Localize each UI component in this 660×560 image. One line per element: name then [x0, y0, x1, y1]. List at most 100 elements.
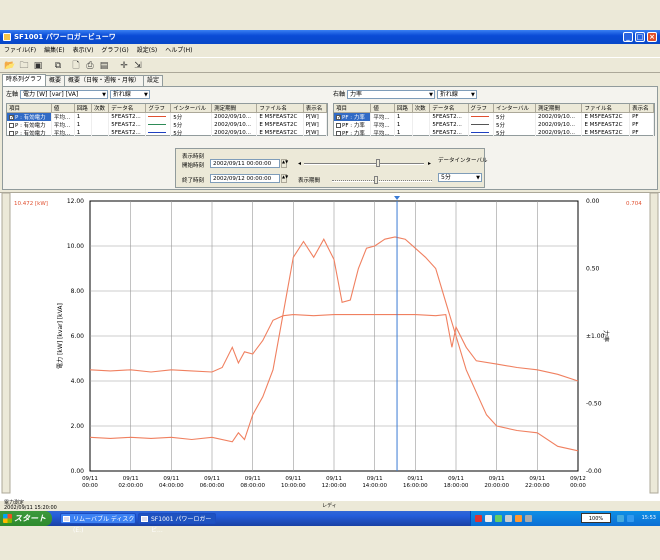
task-powerlogger[interactable]: SF1001 パワーロガービ...: [138, 513, 216, 534]
data-name-cell: 5FEAST2...: [429, 129, 469, 137]
series-checkbox[interactable]: ✓: [9, 115, 14, 121]
table-row[interactable]: ✓PF : 力率 平均... 1 5FEAST2... 5分 2002/09/10... E…: [334, 112, 654, 121]
left-header-5[interactable]: グラフ: [145, 104, 172, 113]
graph-style-cell[interactable]: [145, 112, 172, 121]
graph-style-cell[interactable]: [145, 129, 172, 137]
table-row[interactable]: PF : 力率 平均... 1 5FEAST2... 5分 2002/09/10... E …: [334, 121, 654, 129]
menu-view[interactable]: 表示(V): [69, 45, 98, 56]
table-row[interactable]: P : 有効電力 平均... 1 5FEAST2... 5分 2002/09/10... E…: [7, 129, 328, 137]
left-graph-type-select[interactable]: 折れ線: [109, 90, 150, 99]
right-header-8[interactable]: ファイル名: [581, 104, 631, 113]
left-axis-select[interactable]: 電力 [W] [var] [VA]: [19, 90, 108, 99]
tab-timeseries-graph[interactable]: 時系列グラフ: [2, 74, 47, 86]
table-row[interactable]: ✓P : 有効電力 平均... 1 5FEAST2... 5分 2002/09/10...…: [7, 112, 328, 121]
left-header-2[interactable]: 回路: [74, 104, 93, 113]
graph-style-cell[interactable]: [468, 129, 495, 137]
right-header-4[interactable]: データ名: [429, 104, 469, 113]
tab-summary[interactable]: 概要: [45, 75, 66, 86]
graph-style-cell[interactable]: [145, 121, 172, 129]
menu-settings[interactable]: 設定(S): [133, 45, 162, 56]
save-icon[interactable]: ▣: [32, 60, 44, 72]
left-header-6[interactable]: インターバル: [170, 104, 213, 113]
right-graph-type-select[interactable]: 折れ線: [436, 90, 477, 99]
series-checkbox[interactable]: [9, 123, 14, 128]
y2-axis-title: 力率: [602, 330, 610, 342]
value-cell: 平均...: [370, 129, 395, 137]
right-header-2[interactable]: 回路: [394, 104, 413, 113]
item-cell: P : 有効電力: [15, 131, 46, 137]
tray-help-icon[interactable]: [515, 515, 522, 522]
menu-file[interactable]: ファイル(F): [0, 45, 40, 56]
page-icon[interactable]: ▤: [98, 60, 110, 72]
series-checkbox[interactable]: [9, 131, 14, 136]
right-header-1[interactable]: 値: [370, 104, 395, 113]
start-time-input[interactable]: 2002/09/11 00:00:00: [210, 159, 280, 168]
title-bar: SF1001 パワーロガービューワ _ □ ×: [0, 30, 660, 44]
zoom-icon[interactable]: ⇲: [132, 60, 144, 72]
tray-volume-icon[interactable]: [617, 515, 624, 522]
right-axis-select[interactable]: 力率: [346, 90, 435, 99]
tab-report-summary[interactable]: 概要（日報・週報・月報）: [64, 75, 145, 86]
tray-security-icon[interactable]: [627, 515, 634, 522]
graph-style-cell[interactable]: [468, 112, 495, 121]
task-removable-disk[interactable]: リムーバブル ディスク (E:): [60, 513, 136, 534]
left-header-1[interactable]: 値: [51, 104, 75, 113]
data-name-cell: 5FEAST2...: [429, 121, 469, 129]
right-header-9[interactable]: 表示名: [629, 104, 654, 113]
menu-graph[interactable]: グラフ(G): [97, 45, 132, 56]
end-time-spinner[interactable]: ▲▼: [281, 174, 288, 183]
series-checkbox[interactable]: ✓: [336, 115, 341, 121]
menu-help[interactable]: ヘルプ(H): [161, 45, 196, 56]
copy-icon[interactable]: ⧉: [52, 60, 64, 72]
tray-input-icon[interactable]: [485, 515, 492, 522]
position-slider-thumb[interactable]: [376, 159, 380, 167]
table-row[interactable]: P : 有効電力 平均... 1 5FEAST2... 5分 2002/09/10... E…: [7, 121, 328, 129]
tab-strip: 時系列グラフ 概要 概要（日報・週報・月報） 設定: [2, 74, 164, 86]
series-checkbox[interactable]: [336, 131, 341, 136]
period-slider-track[interactable]: [332, 180, 432, 182]
maximize-button[interactable]: □: [635, 32, 645, 42]
left-header-4[interactable]: データ名: [108, 104, 147, 113]
time-series-chart[interactable]: 0.00 2.00 4.00 6.00 8.00 10.00 12.00 -0.00 -0.50…: [0, 192, 660, 501]
slider-left-arrow[interactable]: ◂: [298, 160, 301, 167]
right-header-6[interactable]: インターバル: [493, 104, 536, 113]
open-folder-icon[interactable]: 📂: [4, 60, 16, 72]
left-header-9[interactable]: 表示名: [303, 104, 328, 113]
left-header-7[interactable]: 測定期間: [211, 104, 258, 113]
table-row[interactable]: PF : 力率 平均... 1 5FEAST2... 5分 2002/09/10... E …: [334, 129, 654, 137]
right-header-0[interactable]: 項目: [334, 104, 372, 113]
graph-style-cell[interactable]: [468, 121, 495, 129]
interval-select[interactable]: 5分: [438, 173, 482, 182]
tray-tools-icon[interactable]: [525, 515, 532, 522]
close-button[interactable]: ×: [647, 32, 657, 42]
slider-right-arrow[interactable]: ▸: [428, 160, 431, 167]
right-header-3[interactable]: 次数: [412, 104, 431, 113]
print-preview-icon[interactable]: 🗋: [70, 60, 82, 72]
start-button[interactable]: スタート: [0, 511, 52, 526]
start-time-spinner[interactable]: ▲▼: [281, 159, 288, 168]
menu-edit[interactable]: 編集(E): [40, 45, 68, 56]
taskbar: スタート リムーバブル ディスク (E:) SF1001 パワーロガービ... …: [0, 511, 660, 534]
interval-cell: 5分: [493, 129, 536, 137]
right-header-7[interactable]: 測定期間: [535, 104, 583, 113]
status-bar: 電力測定 2002/09/11 15:20:00 レディ: [0, 500, 660, 511]
x-tick-date: 09/11: [529, 476, 545, 482]
position-slider-track[interactable]: [304, 163, 424, 165]
tray-network-icon[interactable]: [495, 515, 502, 522]
print-icon[interactable]: ⎙: [84, 60, 96, 72]
tray-app-icon[interactable]: [475, 515, 482, 522]
minimize-button[interactable]: _: [623, 32, 633, 42]
period-slider-thumb[interactable]: [374, 176, 378, 184]
windows-logo-icon: [3, 514, 12, 523]
left-header-3[interactable]: 次数: [91, 104, 110, 113]
tray-ime-icon[interactable]: [505, 515, 512, 522]
left-header-8[interactable]: ファイル名: [256, 104, 304, 113]
right-header-5[interactable]: グラフ: [468, 104, 495, 113]
open-file-icon[interactable]: 🗀: [18, 60, 30, 72]
cursor-icon[interactable]: ✛: [118, 60, 130, 72]
end-time-input[interactable]: 2002/09/12 00:00:00: [210, 174, 280, 183]
x-tick-time: 08:00:00: [240, 483, 265, 489]
series-checkbox[interactable]: [336, 123, 341, 128]
tab-settings[interactable]: 設定: [143, 75, 164, 86]
left-header-0[interactable]: 項目: [7, 104, 52, 113]
